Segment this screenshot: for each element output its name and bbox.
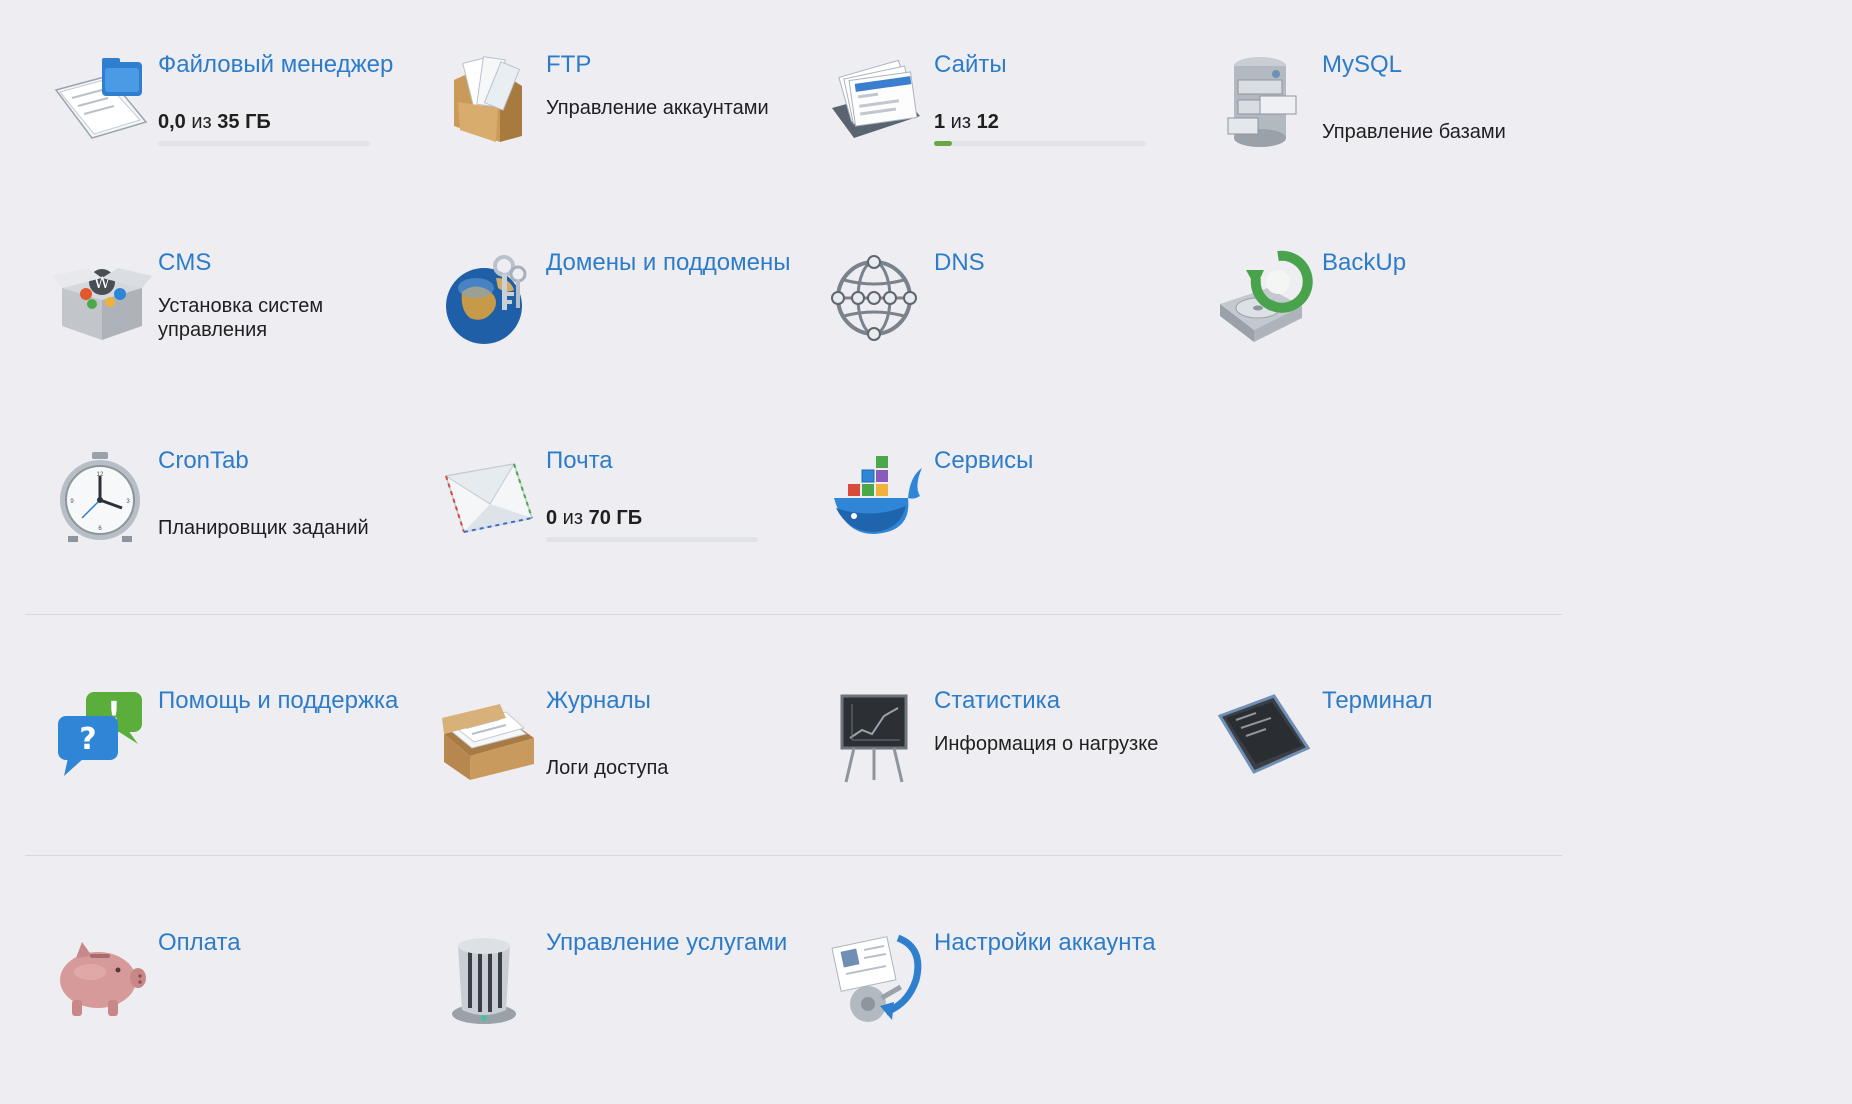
tile-dns[interactable]: DNS <box>828 248 1208 378</box>
globe-keys-icon <box>440 248 540 348</box>
tile-description: Установка систем управления <box>158 295 324 341</box>
quota-text: 1 из 12 <box>934 110 999 134</box>
tile-title[interactable]: Терминал <box>1322 686 1592 716</box>
usage-bar-fill <box>934 141 952 146</box>
tile-file-manager[interactable]: Файловый менеджер 0,0 из 35 ГБ <box>52 50 432 180</box>
tile-title[interactable]: Статистика <box>934 686 1204 716</box>
section-divider <box>25 855 1562 856</box>
tile-terminal[interactable]: Терминал <box>1216 686 1596 816</box>
tile-mail[interactable]: Почта 0 из 70 ГБ <box>440 446 820 576</box>
tile-title[interactable]: Сервисы <box>934 446 1204 476</box>
tile-account-settings[interactable]: Настройки аккаунта <box>828 928 1208 1058</box>
quota-text: 0,0 из 35 ГБ <box>158 110 271 134</box>
tile-ftp[interactable]: FTP Управление аккаунтами <box>440 50 820 180</box>
account-settings-icon <box>828 928 928 1028</box>
quota-total: 12 <box>976 111 999 133</box>
tile-services[interactable]: Сервисы <box>828 446 1208 576</box>
tile-title[interactable]: Файловый менеджер <box>158 50 428 80</box>
docker-whale-icon <box>828 446 928 546</box>
tile-stats[interactable]: Статистика Информация о нагрузке <box>828 686 1208 816</box>
quota-total: 70 ГБ <box>588 507 643 529</box>
quota-separator: из <box>185 111 218 133</box>
quota-used: 0 <box>546 507 558 529</box>
tile-title[interactable]: Помощь и поддержка <box>158 686 428 716</box>
tile-crontab[interactable]: 12 3 6 9 CronTab Планировщик заданий <box>52 446 432 576</box>
quota-used: 1 <box>934 111 946 133</box>
usage-bar <box>546 537 758 542</box>
mail-envelope-icon <box>440 446 540 546</box>
tile-title[interactable]: Домены и поддомены <box>546 248 816 278</box>
sites-pages-icon <box>828 50 928 150</box>
tile-cms[interactable]: W CMS Установка систем управления <box>52 248 432 378</box>
tile-description: Планировщик заданий <box>158 517 369 539</box>
usage-bar <box>934 141 1146 146</box>
tile-description: Информация о нагрузке <box>934 733 1159 755</box>
tile-logs[interactable]: Журналы Логи доступа <box>440 686 820 816</box>
quota-text: 0 из 70 ГБ <box>546 506 642 530</box>
stats-chalkboard-icon <box>828 686 928 786</box>
tile-title[interactable]: Сайты <box>934 50 1204 80</box>
tile-service-management[interactable]: Управление услугами <box>440 928 820 1058</box>
tile-description: Управление базами <box>1322 121 1506 143</box>
tile-description: Управление аккаунтами <box>546 97 769 119</box>
tile-title[interactable]: BackUp <box>1322 248 1592 278</box>
tile-support[interactable]: ! ? Помощь и поддержка <box>52 686 432 816</box>
tile-title[interactable]: Почта <box>546 446 816 476</box>
file-manager-icon <box>52 50 152 150</box>
piggy-bank-icon <box>52 928 152 1028</box>
cms-box-icon: W <box>52 248 152 348</box>
help-chat-bubbles-icon: ! ? <box>52 686 152 786</box>
tile-sites[interactable]: Сайты 1 из 12 <box>828 50 1208 180</box>
svg-text:?: ? <box>79 722 96 757</box>
quota-separator: из <box>945 111 977 133</box>
tile-title[interactable]: Оплата <box>158 928 428 958</box>
server-unit-icon <box>440 928 540 1028</box>
tile-payment[interactable]: Оплата <box>52 928 432 1058</box>
section-divider <box>25 614 1562 615</box>
tile-title[interactable]: MySQL <box>1322 50 1592 80</box>
alarm-clock-icon: 12 3 6 9 <box>52 446 152 546</box>
backup-disk-icon <box>1216 248 1316 348</box>
logs-box-icon <box>440 686 540 786</box>
tile-title[interactable]: CronTab <box>158 446 428 476</box>
tile-title[interactable]: FTP <box>546 50 816 80</box>
quota-total: 35 ГБ <box>217 111 271 133</box>
tile-title[interactable]: DNS <box>934 248 1204 278</box>
quota-separator: из <box>557 507 589 529</box>
ftp-folder-icon <box>440 50 540 150</box>
tile-title[interactable]: Журналы <box>546 686 816 716</box>
tile-domains[interactable]: Домены и поддомены <box>440 248 820 378</box>
usage-bar <box>158 141 370 146</box>
tile-backup[interactable]: BackUp <box>1216 248 1596 378</box>
dns-network-globe-icon <box>828 248 928 348</box>
quota-used: 0,0 <box>158 111 186 133</box>
database-cabinet-icon <box>1216 50 1316 150</box>
terminal-screen-icon <box>1216 686 1316 786</box>
tile-title[interactable]: Настройки аккаунта <box>934 928 1204 958</box>
tile-mysql[interactable]: MySQL Управление базами <box>1216 50 1596 180</box>
tile-title[interactable]: CMS <box>158 248 428 278</box>
svg-text:12: 12 <box>97 472 104 478</box>
tile-description: Логи доступа <box>546 757 669 779</box>
tile-title[interactable]: Управление услугами <box>546 928 816 958</box>
